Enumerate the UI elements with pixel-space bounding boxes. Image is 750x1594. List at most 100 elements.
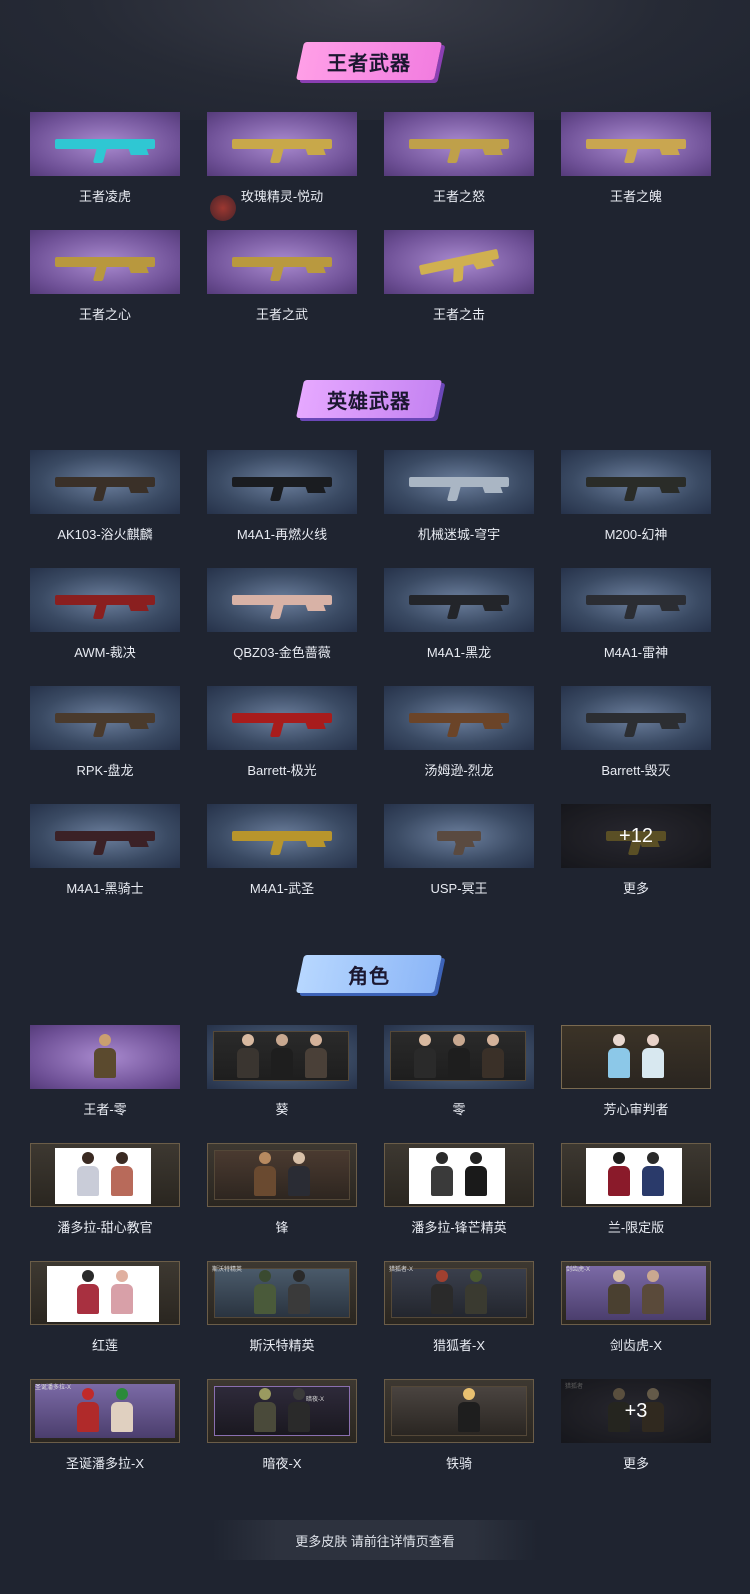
weapon-image: [30, 450, 180, 514]
more-roles-tile[interactable]: 猎狐者 +3 更多: [561, 1379, 711, 1472]
role-name: 零: [452, 1102, 466, 1117]
weapon-image: [561, 568, 711, 632]
weapon-image: [207, 804, 357, 868]
role-tile[interactable]: 葵: [207, 1025, 357, 1118]
more-skins-link[interactable]: 更多皮肤 请前往详情页查看: [212, 1520, 538, 1560]
role-name: 葵: [275, 1102, 289, 1117]
role-tile[interactable]: 暗夜-X 暗夜-X: [207, 1379, 357, 1472]
role-tile[interactable]: 潘多拉-甜心教官: [30, 1143, 180, 1236]
weapon-tile[interactable]: 汤姆逊-烈龙: [384, 686, 534, 779]
weapon-tile[interactable]: Barrett-极光: [207, 686, 357, 779]
more-label: 更多: [622, 881, 649, 896]
role-tile[interactable]: 猎狐者-X 猎狐者-X: [384, 1261, 534, 1354]
weapon-name: M200-幻神: [604, 527, 668, 542]
weapon-name: M4A1-黑骑士: [66, 881, 144, 896]
role-tile[interactable]: 斯沃特精英 斯沃特精英: [207, 1261, 357, 1354]
weapon-tile[interactable]: AK103-浴火麒麟: [30, 450, 180, 543]
weapon-name: 汤姆逊-烈龙: [424, 763, 494, 778]
role-tile[interactable]: 兰-限定版: [561, 1143, 711, 1236]
weapon-name: Barrett-极光: [247, 763, 317, 778]
role-tile[interactable]: 零: [384, 1025, 534, 1118]
role-name: 圣诞潘多拉-X: [65, 1456, 144, 1471]
weapon-tile[interactable]: 王者之心: [30, 230, 180, 323]
role-image: [30, 1261, 180, 1325]
weapon-name: 王者之魄: [609, 189, 662, 204]
weapon-tile[interactable]: 王者之魄: [561, 112, 711, 205]
weapon-name: 王者之武: [255, 307, 308, 322]
role-tile[interactable]: 潘多拉-锋芒精英: [384, 1143, 534, 1236]
role-name: 锋: [275, 1220, 289, 1235]
role-tile[interactable]: 芳心审判者: [561, 1025, 711, 1118]
role-name: 王者-零: [83, 1102, 127, 1117]
weapon-name: M4A1-武圣: [249, 881, 315, 896]
weapon-tile[interactable]: 王者之武: [207, 230, 357, 323]
weapon-tile[interactable]: RPK-盘龙: [30, 686, 180, 779]
role-name: 铁骑: [445, 1456, 472, 1471]
weapon-name: AWM-裁决: [74, 645, 136, 660]
role-name: 斯沃特精英: [249, 1338, 315, 1353]
weapon-name: QBZ03-金色蔷薇: [233, 645, 331, 660]
role-image: 猎狐者 +3: [561, 1379, 711, 1443]
section-title-roles: 角色: [348, 965, 390, 988]
section-banner-king: 王者武器: [295, 42, 443, 80]
weapon-name: 王者之怒: [432, 189, 485, 204]
role-image: [561, 1025, 711, 1089]
role-image: [384, 1143, 534, 1207]
weapon-name: 王者凌虎: [78, 189, 131, 204]
role-image: 猎狐者-X: [384, 1261, 534, 1325]
weapon-name: 机械迷城-穹宇: [417, 527, 501, 542]
weapon-tile[interactable]: M4A1-再燃火线: [207, 450, 357, 543]
weapon-tile[interactable]: 玫瑰精灵-悦动: [207, 112, 357, 205]
role-name: 红莲: [91, 1338, 118, 1353]
weapon-tile[interactable]: M4A1-雷神: [561, 568, 711, 661]
weapon-tile[interactable]: USP-冥王: [384, 804, 534, 897]
weapon-tile[interactable]: M4A1-黑龙: [384, 568, 534, 661]
role-image: [30, 1143, 180, 1207]
weapon-tile[interactable]: M200-幻神: [561, 450, 711, 543]
weapon-tile[interactable]: AWM-裁决: [30, 568, 180, 661]
weapon-image: [384, 568, 534, 632]
role-tile[interactable]: 铁骑: [384, 1379, 534, 1472]
weapon-image: [30, 804, 180, 868]
role-tile[interactable]: 圣诞潘多拉-X 圣诞潘多拉-X: [30, 1379, 180, 1472]
weapon-name: 玫瑰精灵-悦动: [240, 189, 324, 204]
role-name: 暗夜-X: [262, 1456, 302, 1471]
weapon-image: [207, 686, 357, 750]
weapon-tile[interactable]: 王者凌虎: [30, 112, 180, 205]
role-name: 潘多拉-甜心教官: [57, 1220, 153, 1235]
weapon-tile[interactable]: M4A1-黑骑士: [30, 804, 180, 897]
weapon-image: [561, 112, 711, 176]
role-name: 猎狐者-X: [432, 1338, 485, 1353]
weapon-name: 王者之击: [432, 307, 485, 322]
section-banner-roles: 角色: [295, 955, 443, 993]
weapon-tile[interactable]: 王者之击: [384, 230, 534, 323]
role-tile[interactable]: 红莲: [30, 1261, 180, 1354]
weapon-image: [30, 112, 180, 176]
weapon-tile[interactable]: M4A1-武圣: [207, 804, 357, 897]
role-image: [30, 1025, 180, 1089]
role-image: [207, 1025, 357, 1089]
weapon-image: [207, 568, 357, 632]
role-tile[interactable]: 剑齿虎-X 剑齿虎-X: [561, 1261, 711, 1354]
role-image: 圣诞潘多拉-X: [30, 1379, 180, 1443]
weapon-tile[interactable]: 机械迷城-穹宇: [384, 450, 534, 543]
more-weapons-tile[interactable]: +12 更多: [561, 804, 711, 897]
role-image: 剑齿虎-X: [561, 1261, 711, 1325]
role-tag: 剑齿虎-X: [566, 1267, 591, 1273]
weapon-name: M4A1-雷神: [603, 645, 669, 660]
weapon-tile[interactable]: 王者之怒: [384, 112, 534, 205]
role-name: 剑齿虎-X: [609, 1338, 662, 1353]
weapon-image: [384, 230, 534, 294]
weapon-image: [30, 686, 180, 750]
weapon-tile[interactable]: QBZ03-金色蔷薇: [207, 568, 357, 661]
weapon-tile[interactable]: Barrett-毁灭: [561, 686, 711, 779]
role-image: [384, 1025, 534, 1089]
more-label: 更多: [622, 1456, 649, 1471]
role-tile[interactable]: 王者-零: [30, 1025, 180, 1118]
weapon-image: [30, 568, 180, 632]
role-name: 潘多拉-锋芒精英: [411, 1220, 507, 1235]
role-tile[interactable]: 锋: [207, 1143, 357, 1236]
weapon-name: M4A1-再燃火线: [236, 527, 328, 542]
role-name: 芳心审判者: [603, 1102, 669, 1117]
weapon-name: 王者之心: [78, 307, 131, 322]
